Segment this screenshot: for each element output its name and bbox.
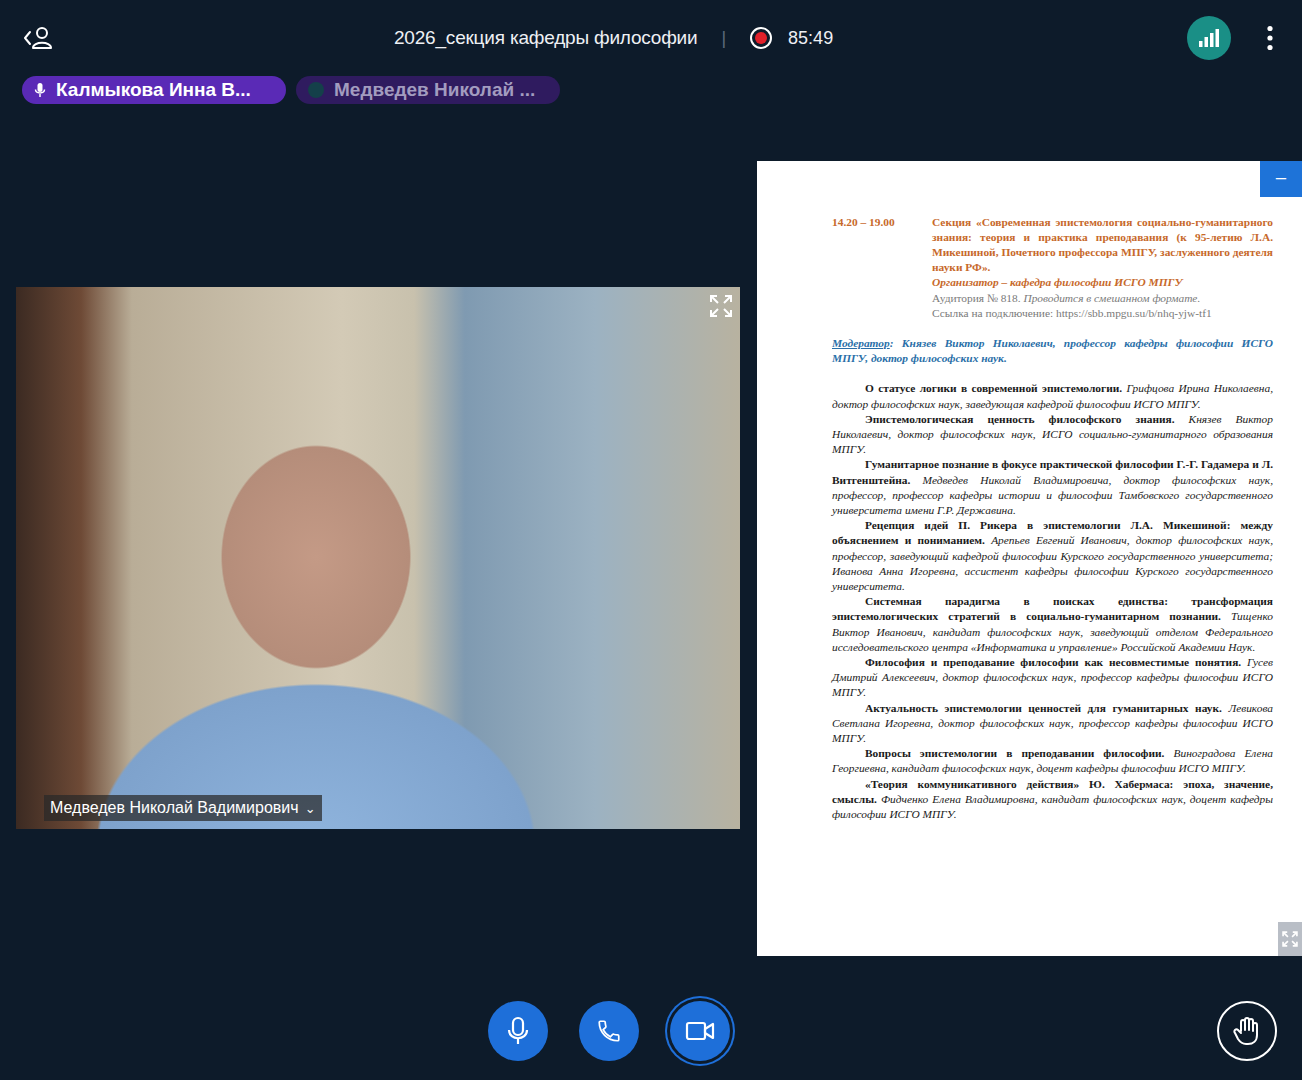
- talk-title: Актуальность эпистемологии ценностей для…: [865, 702, 1222, 714]
- top-bar: 2026_секция кафедры философии | 85:49: [0, 0, 1302, 76]
- section-title: Секция «Современная эпистемология социал…: [932, 215, 1273, 276]
- expand-icon: [1281, 930, 1299, 948]
- talk-title: Философия и преподавание философии как н…: [865, 656, 1241, 668]
- expand-icon: [708, 293, 734, 319]
- mic-button[interactable]: [488, 1001, 548, 1061]
- expand-document-button[interactable]: [1278, 922, 1302, 956]
- video-tile[interactable]: Медведев Николай Вадимирович ⌄: [16, 287, 740, 829]
- microphone-icon: [34, 82, 46, 98]
- talk-item: Вопросы эпистемологии в преподавании фил…: [832, 746, 1273, 776]
- talk-item: Эпистемологическая ценность философского…: [832, 412, 1273, 458]
- microphone-icon: [505, 1016, 531, 1046]
- phone-icon: [596, 1018, 622, 1044]
- session-time: 14.20 – 19.00: [832, 215, 932, 321]
- kebab-icon: [1266, 25, 1274, 51]
- participant-chip[interactable]: Калмыкова Инна В...: [22, 76, 286, 104]
- talk-author: Фидченко Елена Владимировна, кандидат фи…: [832, 793, 1273, 820]
- stage: Медведев Николай Вадимирович ⌄ − 14.20 – 19…: [0, 118, 1302, 998]
- talk-item: Гуманитарное познание в фокусе практичес…: [832, 457, 1273, 518]
- talk-item: Рецепция идей П. Рикера в эпистемологии …: [832, 518, 1273, 594]
- camera-button[interactable]: [670, 1001, 730, 1061]
- talk-title: Вопросы эпистемологии в преподавании фил…: [865, 747, 1164, 759]
- phone-button[interactable]: [579, 1001, 639, 1061]
- speaker-name: Медведев Николай Вадимирович: [50, 799, 299, 817]
- participant-name: Калмыкова Инна В...: [56, 79, 251, 101]
- talk-item: Системная парадигма в поисках единства: …: [832, 594, 1273, 655]
- talk-item: Актуальность эпистемологии ценностей для…: [832, 701, 1273, 747]
- status-dot: [308, 82, 324, 98]
- conference-window: 2026_секция кафедры философии | 85:49 Калмы…: [0, 0, 1302, 1080]
- back-person-icon: [22, 24, 56, 52]
- participant-chip[interactable]: Медведев Николай ...: [296, 76, 560, 104]
- organizer: Организатор – кафедра философии ИСГО МПГ…: [932, 275, 1273, 290]
- title-group: 2026_секция кафедры философии | 85:49: [394, 27, 833, 49]
- talk-item: Философия и преподавание философии как н…: [832, 655, 1273, 701]
- video-name-label[interactable]: Медведев Николай Вадимирович ⌄: [44, 795, 322, 821]
- signal-icon: [1198, 28, 1220, 48]
- talk-item: «Теория коммуникативного действия» Ю. Ха…: [832, 777, 1273, 823]
- conference-title: 2026_секция кафедры философии: [394, 27, 697, 49]
- camera-icon: [685, 1020, 715, 1042]
- camera-video: [16, 287, 740, 829]
- caret-icon: ⌄: [305, 801, 316, 816]
- raise-hand-button[interactable]: [1217, 1001, 1277, 1061]
- participants-back-button[interactable]: [22, 24, 56, 52]
- talk-title: Эпистемологическая ценность философского…: [865, 413, 1175, 425]
- hand-icon: [1233, 1016, 1261, 1046]
- control-bar: [0, 998, 1302, 1064]
- recording-timer: 85:49: [788, 28, 833, 49]
- talk-item: О статусе логики в современной эпистемол…: [832, 381, 1273, 411]
- more-menu-button[interactable]: [1262, 25, 1278, 51]
- shared-document: − 14.20 – 19.00Секция «Современная эписте…: [757, 161, 1302, 956]
- participant-list: Калмыкова Инна В... Медведев Николай ...: [0, 76, 1302, 104]
- talk-title: Системная парадигма в поисках единства: …: [832, 595, 1273, 622]
- connection-link[interactable]: Ссылка на подключение: https://sbb.mpgu.…: [932, 306, 1273, 321]
- venue: Аудитория № 818. Проводится в смешанном …: [932, 291, 1273, 306]
- minimize-button[interactable]: −: [1260, 161, 1302, 197]
- participant-name: Медведев Николай ...: [334, 79, 535, 101]
- moderator: Модератор: Князев Виктор Николаевич, про…: [832, 336, 1273, 366]
- connection-quality-button[interactable]: [1187, 16, 1231, 60]
- expand-video-button[interactable]: [706, 291, 736, 321]
- program-header: 14.20 – 19.00Секция «Современная эпистем…: [832, 215, 1273, 321]
- record-icon: [750, 27, 772, 49]
- talk-list: О статусе логики в современной эпистемол…: [832, 381, 1273, 822]
- separator: |: [721, 28, 726, 49]
- talk-title: О статусе логики в современной эпистемол…: [865, 382, 1122, 394]
